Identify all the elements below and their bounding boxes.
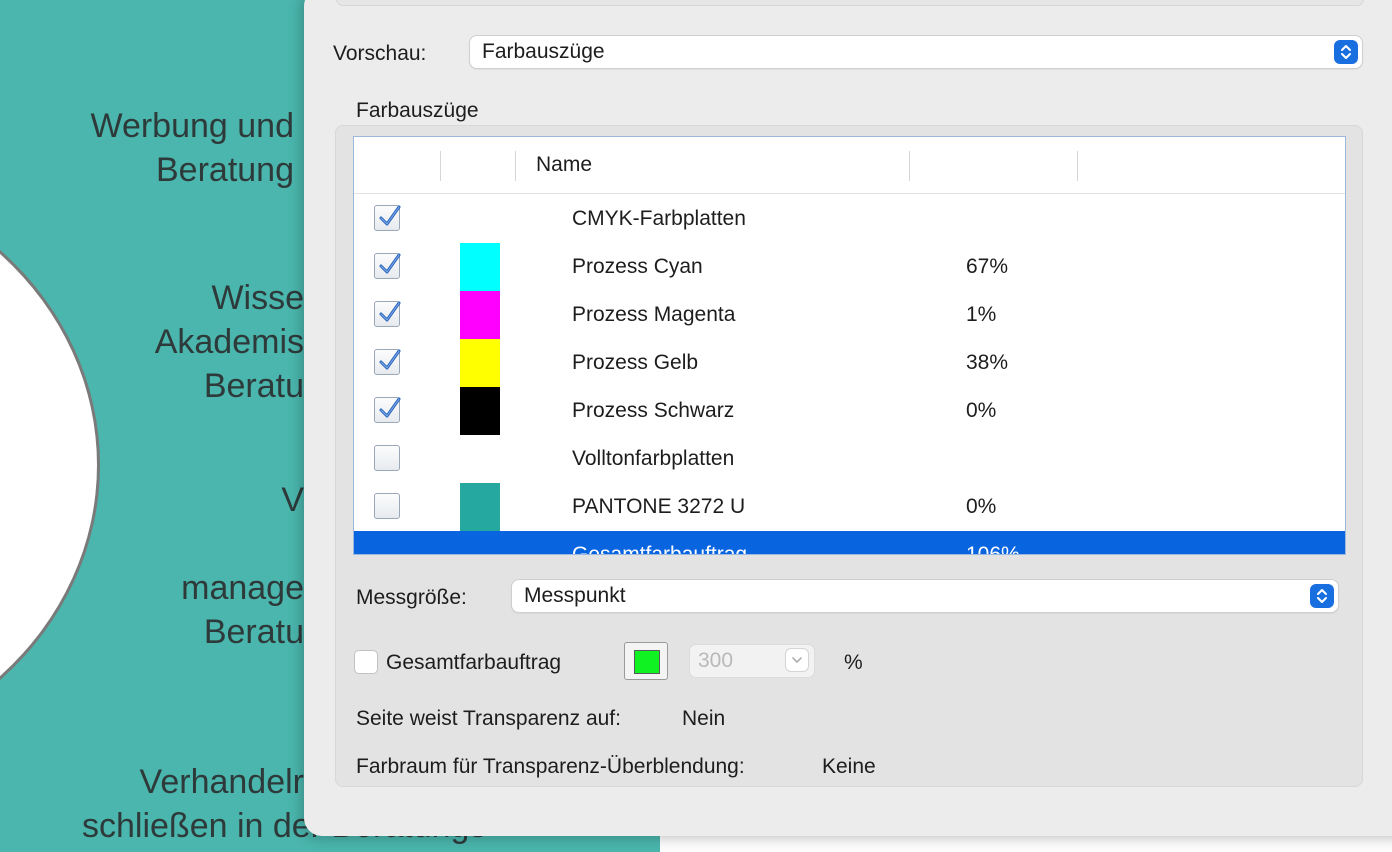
checkmark-icon xyxy=(379,253,401,274)
table-row[interactable]: CMYK-Farbplatten xyxy=(354,195,1345,243)
chevron-down-icon[interactable] xyxy=(786,649,808,671)
plate-name: Gesamtfarbauftrag xyxy=(572,543,748,555)
transparency-label: Seite weist Transparenz auf: xyxy=(356,707,621,730)
plate-name: Prozess Magenta xyxy=(572,303,736,326)
plate-percent: 1% xyxy=(966,303,997,326)
color-swatch xyxy=(460,291,500,339)
plate-name: CMYK-Farbplatten xyxy=(572,207,746,230)
checkmark-icon xyxy=(379,349,401,370)
doc-text-line: Beratu xyxy=(203,367,304,405)
plate-name: Volltonfarbplatten xyxy=(572,447,735,470)
column-header-name[interactable]: Name xyxy=(536,153,592,177)
table-row[interactable]: Volltonfarbplatten xyxy=(354,435,1345,483)
blend-space-label: Farbraum für Transparenz-Überblendung: xyxy=(356,755,745,778)
checkmark-icon xyxy=(379,397,401,418)
color-swatch xyxy=(634,650,660,674)
doc-text-line: V xyxy=(281,481,304,519)
plate-checkbox[interactable] xyxy=(374,493,400,519)
separations-group-title: Farbauszüge xyxy=(356,99,479,122)
total-ink-unit: % xyxy=(844,651,863,674)
preview-popup[interactable]: Farbauszüge xyxy=(470,36,1362,68)
checkmark-icon xyxy=(379,301,401,322)
popup-arrows-icon xyxy=(1310,584,1334,608)
doc-text-line: manage xyxy=(181,569,304,607)
top-group-frame xyxy=(336,0,1364,6)
preview-label: Vorschau: xyxy=(333,42,427,65)
plate-checkbox[interactable] xyxy=(374,445,400,471)
total-ink-value-combo[interactable]: 300 xyxy=(690,645,814,677)
column-separator xyxy=(1077,151,1078,181)
plate-name: PANTONE 3272 U xyxy=(572,495,746,518)
plate-checkbox[interactable] xyxy=(374,205,401,231)
plate-checkbox[interactable] xyxy=(374,349,401,375)
table-row[interactable]: Prozess Magenta 1% xyxy=(354,291,1345,339)
document-circle-shape xyxy=(0,165,100,765)
popup-arrows-icon xyxy=(1334,40,1358,64)
blend-space-value: Keine xyxy=(822,755,876,778)
total-ink-label: Gesamtfarbauftrag xyxy=(386,651,562,674)
table-header: Name xyxy=(354,137,1345,194)
column-separator xyxy=(909,151,910,181)
doc-text-line: Beratung xyxy=(156,151,294,189)
plate-percent: 106% xyxy=(966,543,1020,555)
plate-checkbox[interactable] xyxy=(374,253,401,279)
total-ink-checkbox[interactable] xyxy=(354,650,378,674)
plate-percent: 67% xyxy=(966,255,1009,278)
doc-text-line: Beratu xyxy=(203,613,304,651)
doc-text-line: Werbung und xyxy=(90,107,294,145)
plate-checkbox[interactable] xyxy=(374,301,401,327)
plate-checkbox[interactable] xyxy=(374,397,401,423)
table-row[interactable]: PANTONE 3272 U 0% xyxy=(354,483,1345,531)
total-ink-color-well[interactable] xyxy=(624,642,668,680)
table-row[interactable]: Prozess Gelb 38% xyxy=(354,339,1345,387)
separations-table[interactable]: Name CMYK-Farbplatten Prozess Cyan 67% Proz… xyxy=(353,136,1346,555)
total-ink-value: 300 xyxy=(698,649,734,672)
doc-text-line: Verhandelr xyxy=(139,763,304,801)
table-row[interactable]: Gesamtfarbauftrag 106% xyxy=(354,531,1345,555)
color-swatch xyxy=(460,243,500,291)
plate-percent: 38% xyxy=(966,351,1009,374)
column-separator xyxy=(440,151,441,181)
preview-popup-value: Farbauszüge xyxy=(482,40,605,63)
plate-percent: 0% xyxy=(966,495,997,518)
measure-popup[interactable]: Messpunkt xyxy=(512,580,1338,612)
plate-name: Prozess Gelb xyxy=(572,351,699,374)
plate-name: Prozess Cyan xyxy=(572,255,703,278)
plate-percent: 0% xyxy=(966,399,997,422)
column-separator xyxy=(515,151,516,181)
checkmark-icon xyxy=(379,205,401,226)
doc-text-line: Wisse xyxy=(211,279,304,317)
transparency-value: Nein xyxy=(682,707,726,730)
color-swatch xyxy=(460,387,500,435)
table-row[interactable]: Prozess Schwarz 0% xyxy=(354,387,1345,435)
color-swatch xyxy=(460,483,500,531)
measure-label: Messgröße: xyxy=(356,586,467,609)
plate-name: Prozess Schwarz xyxy=(572,399,735,422)
table-row[interactable]: Prozess Cyan 67% xyxy=(354,243,1345,291)
measure-popup-value: Messpunkt xyxy=(524,584,626,607)
doc-text-line: Akademis xyxy=(154,323,304,361)
color-swatch xyxy=(460,339,500,387)
